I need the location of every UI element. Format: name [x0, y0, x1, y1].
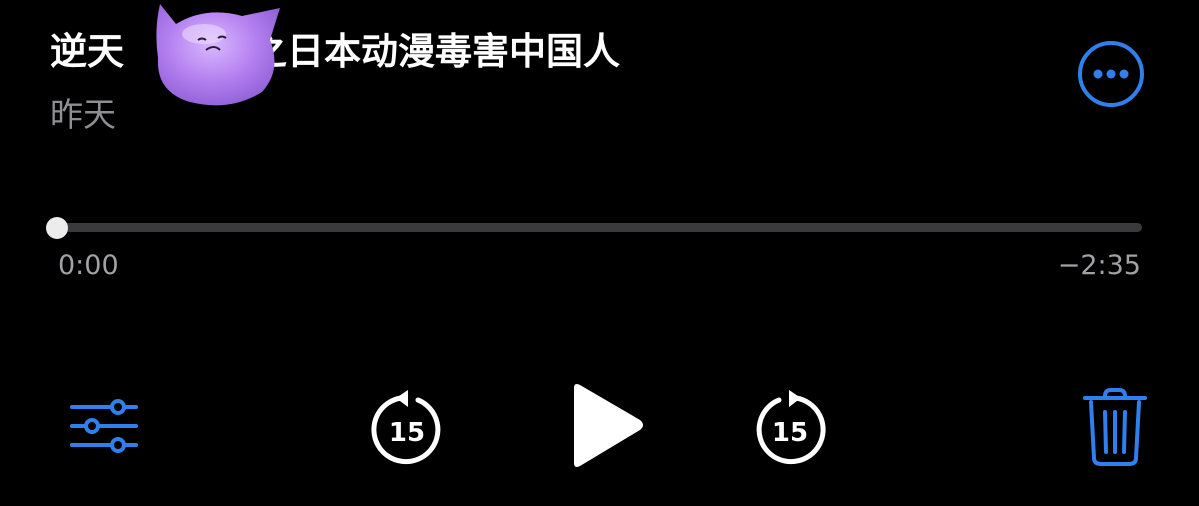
- skip-forward-button[interactable]: 15: [751, 388, 829, 468]
- delete-button[interactable]: [1079, 386, 1151, 468]
- gobackward-15-icon: 15: [371, 390, 441, 465]
- play-button[interactable]: [560, 378, 650, 474]
- more-options-button[interactable]: [1077, 40, 1145, 108]
- sliders-icon: [70, 399, 138, 453]
- goforward-15-icon: 15: [756, 390, 826, 465]
- skip-forward-seconds: 15: [772, 418, 808, 448]
- recording-date: 昨天: [50, 95, 116, 134]
- play-icon: [574, 384, 643, 467]
- recording-title: 逆天 之日本动漫毒害中国人: [50, 22, 620, 74]
- purple-blob-sticker: [156, 4, 280, 106]
- trash-icon: [1083, 388, 1147, 466]
- recording-title-part2: 之日本动漫毒害中国人: [250, 30, 620, 73]
- playback-scrubber[interactable]: [46, 216, 1146, 240]
- skip-back-seconds: 15: [389, 418, 425, 448]
- ellipsis-circle-icon: [1078, 41, 1144, 107]
- skip-back-button[interactable]: 15: [368, 388, 446, 468]
- elapsed-time: 0:00: [58, 250, 119, 281]
- scrubber-handle[interactable]: [46, 217, 68, 239]
- remaining-time: −2:35: [1057, 250, 1141, 281]
- recording-title-part1: 逆天: [50, 30, 124, 73]
- scrubber-track[interactable]: [54, 223, 1142, 232]
- edit-recording-button[interactable]: [66, 395, 142, 457]
